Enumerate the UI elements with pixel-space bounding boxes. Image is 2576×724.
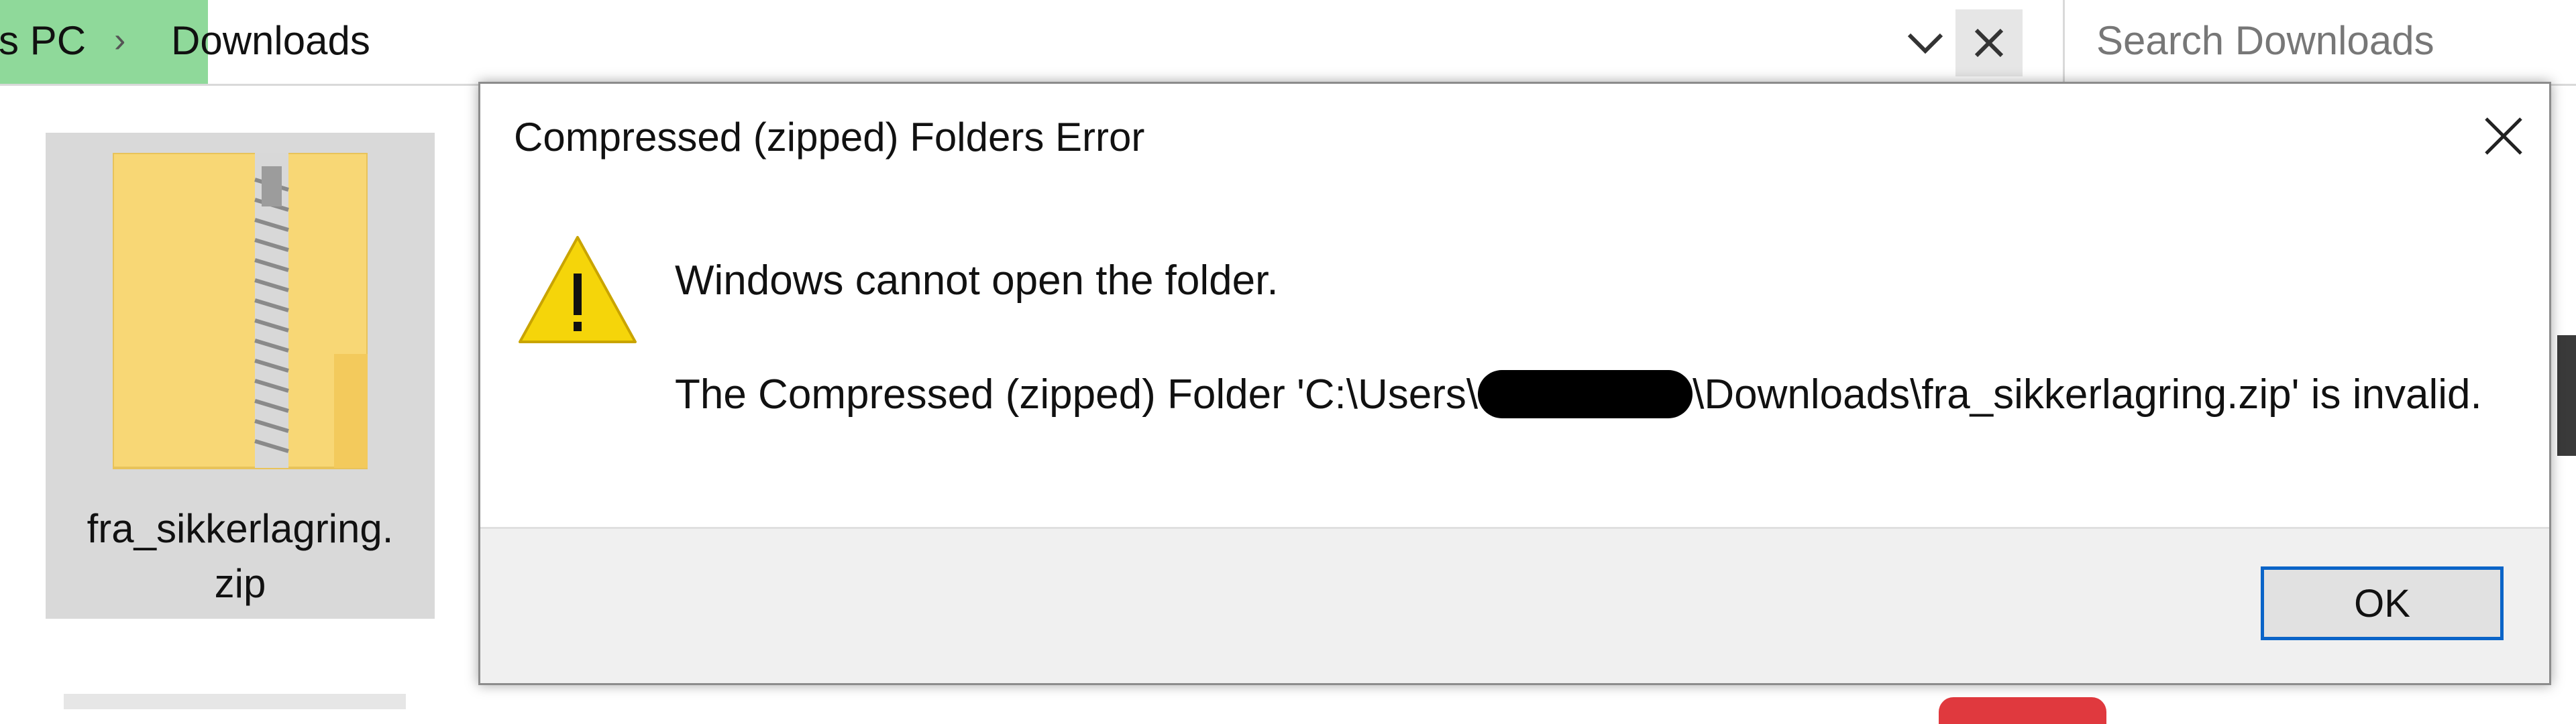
breadcrumb-separator-icon: › — [114, 21, 126, 60]
file-item-partial — [64, 694, 406, 709]
search-input[interactable]: Search Downloads — [2063, 0, 2576, 86]
ok-button[interactable]: OK — [2261, 566, 2504, 640]
detail-prefix: The Compressed (zipped) Folder 'C:\Users… — [675, 371, 1479, 418]
file-item[interactable]: fra_sikkerlagring. zip — [46, 133, 435, 619]
address-bar[interactable]: s PC › Downloads — [0, 0, 2023, 86]
file-name: fra_sikkerlagring. zip — [46, 501, 435, 611]
breadcrumb-downloads[interactable]: Downloads — [171, 17, 370, 64]
warning-icon — [516, 233, 639, 351]
breadcrumb-pc-label: s PC — [0, 18, 87, 63]
detail-suffix: \Downloads\fra_sikkerlagring.zip' is inv… — [1693, 371, 2482, 418]
error-dialog: Compressed (zipped) Folders Error Window… — [478, 82, 2551, 685]
redaction-mark — [1478, 369, 1693, 418]
partial-thumbnail — [2557, 335, 2576, 456]
dialog-footer: OK — [480, 527, 2549, 683]
search-placeholder: Search Downloads — [2096, 18, 2434, 63]
clear-address-icon[interactable] — [1955, 9, 2023, 76]
file-name-line1: fra_sikkerlagring. — [87, 506, 394, 551]
detail-message: The Compressed (zipped) Folder 'C:\Users… — [675, 367, 2486, 422]
main-message: Windows cannot open the folder. — [675, 257, 1279, 304]
file-name-line2: zip — [214, 561, 266, 606]
partial-red-element — [1939, 697, 2106, 724]
zip-folder-icon — [111, 152, 369, 478]
dialog-title: Compressed (zipped) Folders Error — [514, 115, 1145, 160]
close-icon[interactable] — [2470, 103, 2537, 170]
chevron-down-icon[interactable] — [1898, 13, 1952, 74]
